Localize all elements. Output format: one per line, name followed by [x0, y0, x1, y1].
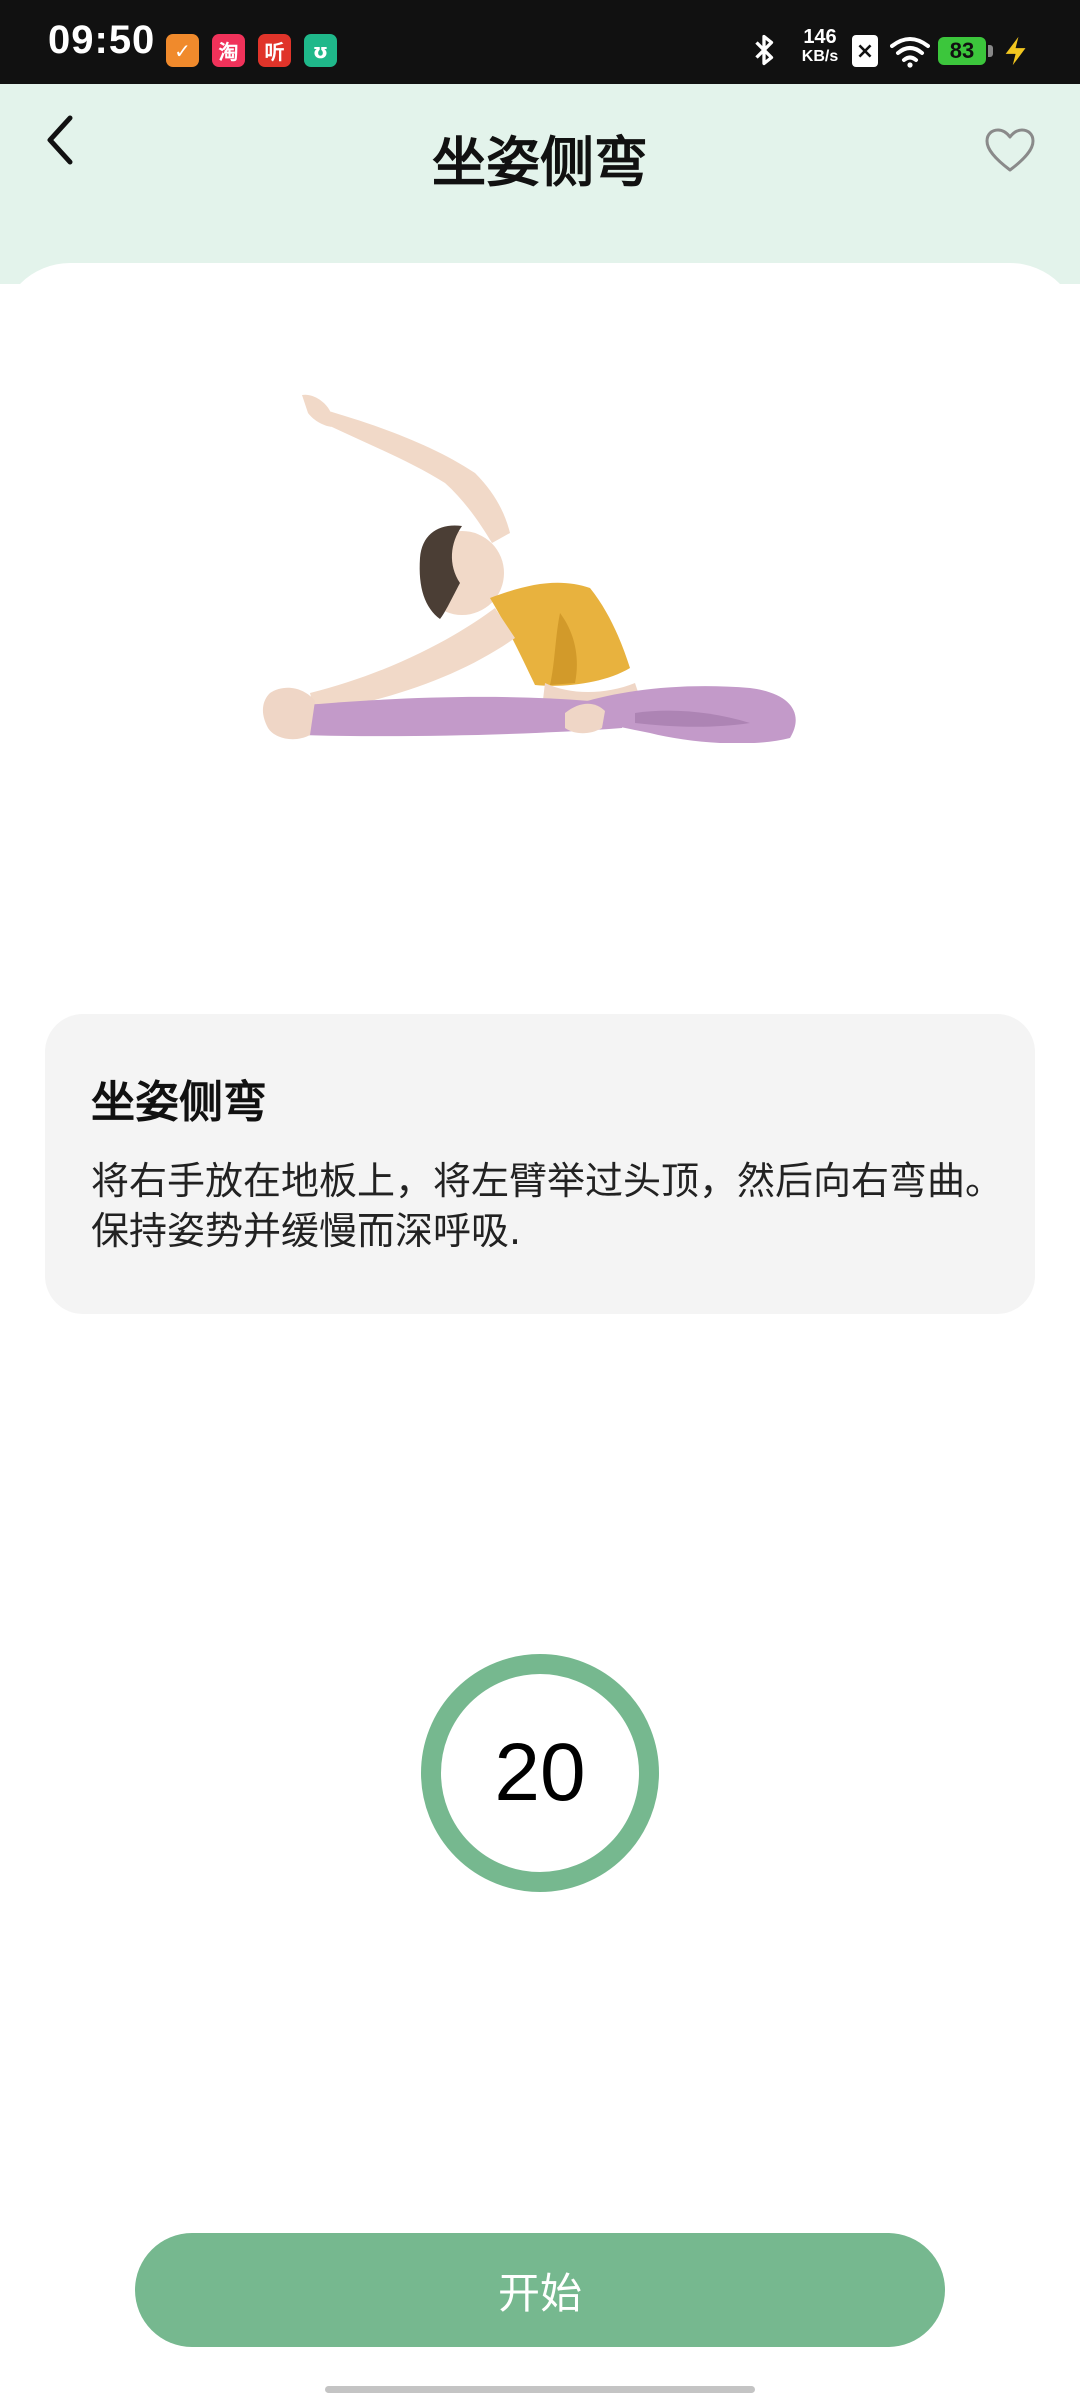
status-bar: 09:50 ✓ 淘听 ʊ 146 KB/s × 83 [0, 0, 1080, 84]
back-button[interactable] [30, 110, 90, 170]
network-speed-unit: KB/s [801, 48, 839, 65]
taobao-app-icon: 淘 [212, 34, 245, 67]
page-title: 坐姿侧弯 [432, 131, 648, 194]
exercise-title: 坐姿侧弯 [91, 1077, 267, 1128]
chevron-left-icon [47, 115, 73, 165]
taobao-flash-app-icon: ✓ [166, 34, 199, 67]
home-indicator[interactable] [325, 2386, 755, 2393]
network-speed-value: 146 [803, 26, 837, 48]
mi-home-app-icon: ʊ [304, 34, 337, 67]
start-button[interactable]: 开始 [135, 2233, 945, 2347]
charging-icon [1005, 36, 1026, 66]
battery-indicator: 83 [938, 37, 986, 65]
yoga-pose-illustration [262, 394, 796, 743]
network-speed: 146 KB/s [796, 26, 844, 66]
listen-app-icon: 听 [258, 34, 291, 67]
timer-value: 20 [494, 1727, 586, 1818]
status-time: 09:50 [48, 18, 156, 62]
content-sheet: 坐姿侧弯 将右手放在地板上，将左臂举过头顶，然后向右弯曲。 保持姿势并缓慢而深呼… [0, 263, 1080, 2400]
wifi-icon [890, 37, 930, 68]
favorite-button[interactable] [980, 122, 1040, 178]
bluetooth-icon [755, 34, 774, 66]
exercise-description: 将右手放在地板上，将左臂举过头顶，然后向右弯曲。 保持姿势并缓慢而深呼吸. [91, 1159, 1004, 1253]
battery-tip [988, 45, 993, 57]
heart-icon [985, 128, 1035, 172]
header: 坐姿侧弯 [0, 84, 1080, 284]
exercise-description-card: 坐姿侧弯 将右手放在地板上，将左臂举过头顶，然后向右弯曲。 保持姿势并缓慢而深呼… [45, 1014, 1035, 1314]
no-sim-icon: × [852, 35, 878, 67]
